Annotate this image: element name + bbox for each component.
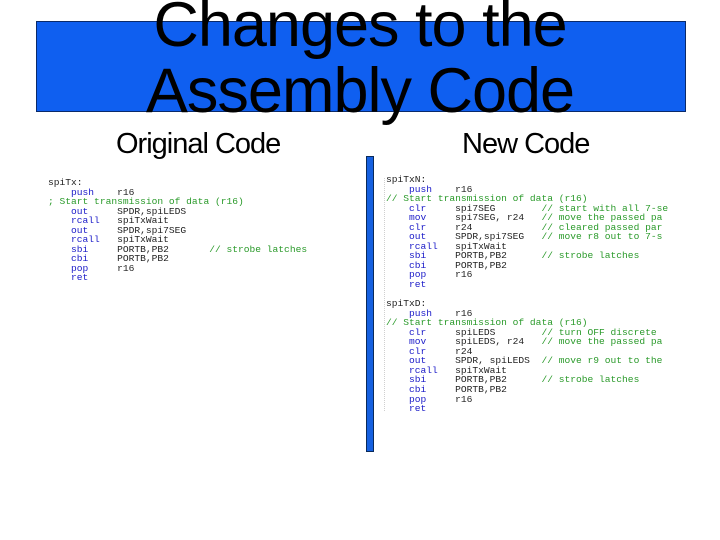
code-instruction: ret [48,273,307,283]
column-divider [366,156,374,452]
new-code-heading: New Code [462,128,590,160]
operands [117,272,209,283]
code-margin-guide [384,178,385,411]
original-code-block: spiTx: push r16 ; Start transmission of … [48,178,307,283]
title-line-1: Changes to the [153,0,567,60]
opcode: ret [409,279,456,291]
inline-comment: // move the passed pa [541,336,663,348]
operands [455,279,541,290]
opcode: ret [71,272,118,284]
new-code-block: spiTxN: push r16 // Start transmission o… [386,175,668,414]
inline-comment: // move r8 out to 7-s [541,231,663,243]
original-code-heading: Original Code [116,128,281,160]
operands [455,403,541,414]
slide-title: Changes to the Assembly Code [0,0,720,124]
inline-comment: // move r9 out to the [541,355,663,367]
code-instruction: ret [386,404,668,414]
code-instruction: ret [386,280,668,290]
inline-comment: // strobe latches [209,243,308,255]
inline-comment: // strobe latches [541,250,640,262]
opcode: ret [409,403,456,414]
title-line-2: Assembly Code [145,56,575,126]
inline-comment: // strobe latches [541,374,640,386]
